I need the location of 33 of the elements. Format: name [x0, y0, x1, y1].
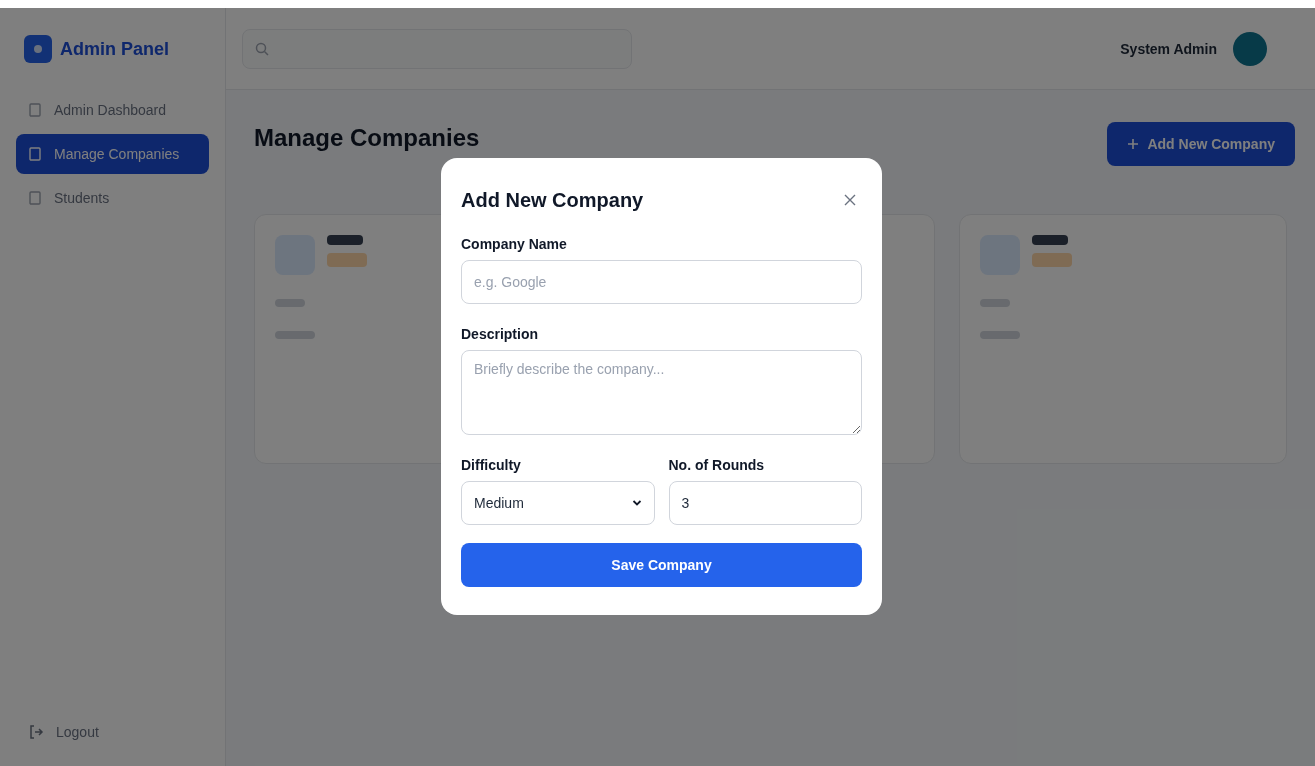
brand-title: Admin Panel [60, 38, 170, 61]
page-icon [28, 191, 42, 205]
difficulty-badge [327, 253, 367, 267]
input-field[interactable]: e.g. Google [461, 260, 862, 304]
difficulty-badge [1031, 253, 1072, 267]
search-icon [255, 41, 269, 56]
sidebar-item[interactable]: Admin Dashboard [16, 90, 209, 130]
avatar-icon[interactable] [1233, 31, 1267, 66]
close-icon [844, 194, 856, 206]
logout-icon [28, 724, 44, 740]
field-label: Difficulty [461, 456, 522, 475]
add-company-button[interactable]: Add New Company [1107, 122, 1295, 166]
search-field[interactable] [242, 28, 632, 69]
chevron-down-icon [631, 499, 642, 507]
field-label: Description [461, 325, 539, 344]
text-area[interactable]: Briefly describe the company... [461, 350, 862, 435]
logout-button[interactable]: Logout [0, 698, 225, 766]
modal-title: Add New Company [461, 188, 644, 213]
sidebar-item[interactable]: Manage Companies [16, 134, 209, 174]
number-field[interactable]: 3 [668, 481, 862, 525]
logo-icon [24, 35, 52, 63]
field-label: Company Name [461, 235, 568, 254]
page-icon [28, 147, 42, 161]
name-placeholder [327, 235, 363, 245]
page-title: Manage Companies [254, 123, 481, 153]
save-button[interactable]: Save Company [461, 543, 862, 587]
name-placeholder [1031, 235, 1068, 245]
dropdown[interactable]: Medium [461, 481, 655, 525]
page-icon [28, 103, 42, 117]
sidebar-item[interactable]: Students [16, 178, 209, 218]
user-name: System Admin [1120, 39, 1217, 59]
plus-icon [1127, 138, 1140, 150]
field-label: No. of Rounds [668, 456, 766, 475]
